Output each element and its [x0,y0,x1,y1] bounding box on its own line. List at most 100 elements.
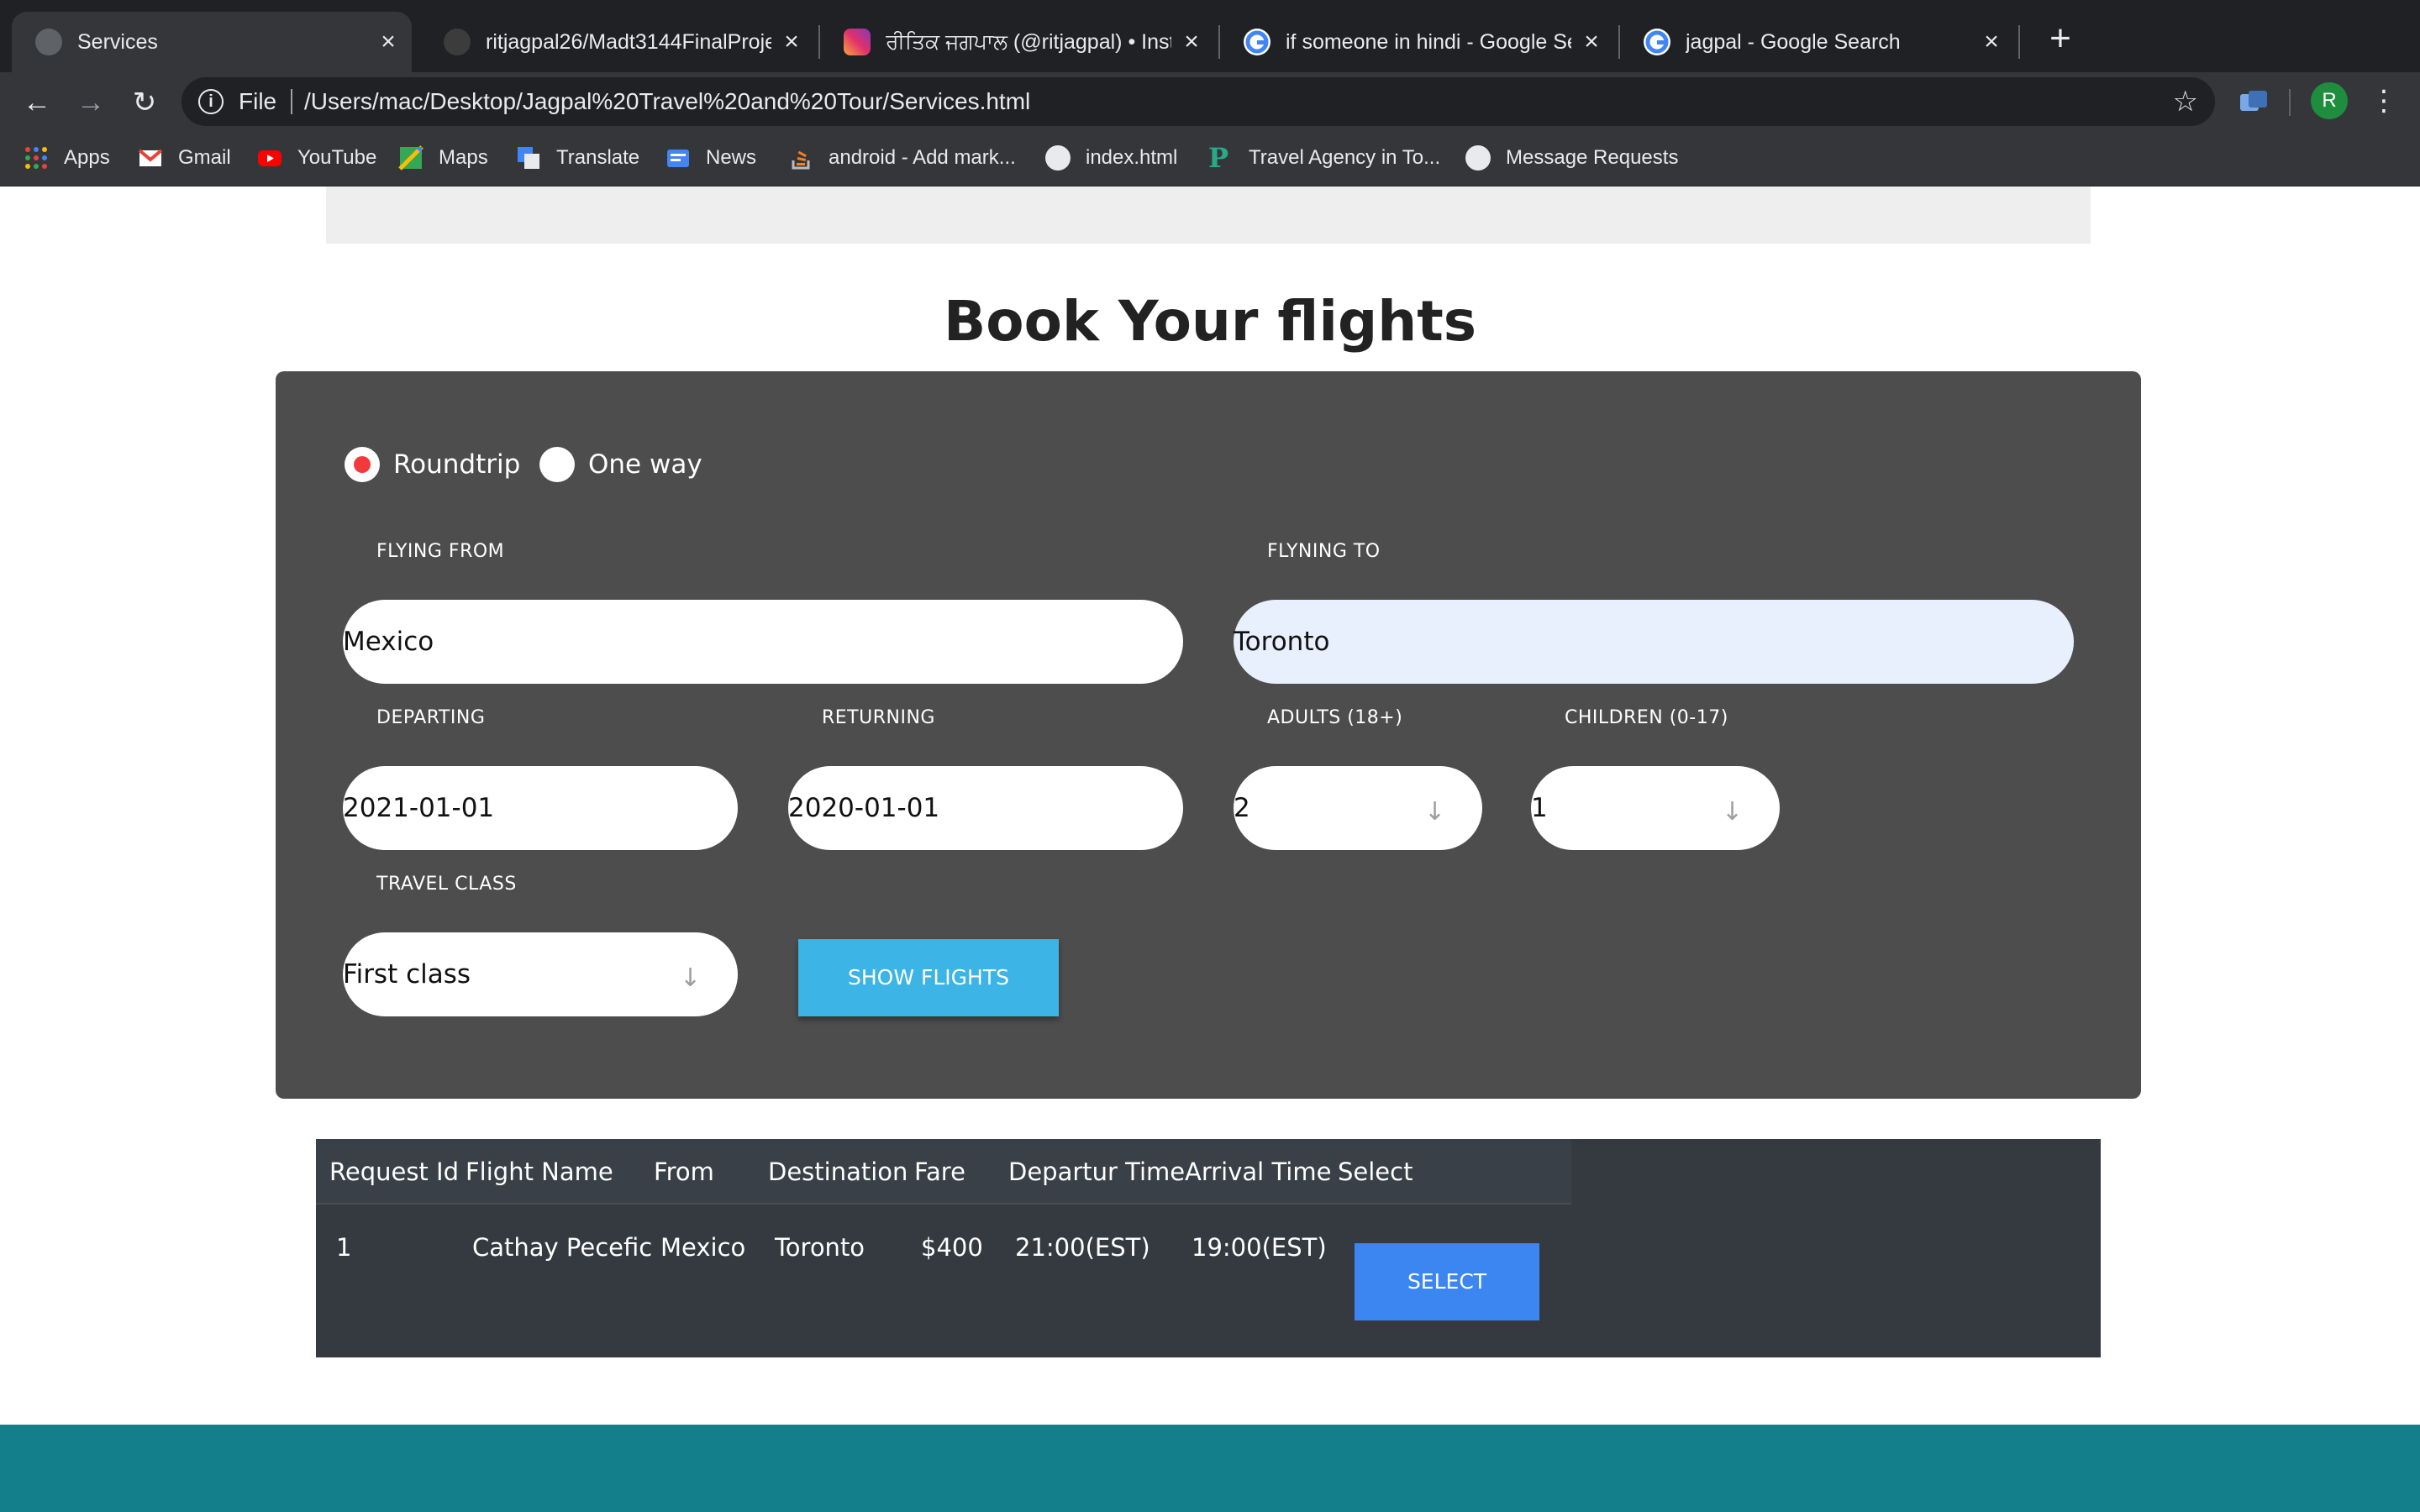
arrow-down-icon: ↓ [1423,797,1445,827]
bookmark-index-html[interactable]: index.html [1045,143,1177,173]
toolbar-divider [2289,89,2291,116]
address-bar[interactable]: i File /Users/mac/Desktop/Jagpal%20Trave… [182,77,2215,126]
departing-date-input[interactable]: 2021-01-01 [343,766,738,850]
arrow-down-icon: ↓ [1721,797,1743,827]
bookmarks-bar: Apps Gmail YouTube Maps Translate News a… [0,131,2420,186]
cell-fare: $400 [921,1233,983,1262]
column-header: Destination [768,1158,908,1186]
table-header-row: Request Id Flight Name From Destination … [316,1139,1571,1205]
info-icon[interactable]: i [198,89,224,114]
cell-request-id: 1 [336,1233,352,1262]
travel-class-select[interactable]: First class ↓ [343,932,738,1016]
tab-separator [2018,25,2020,59]
bookmark-travel-agency[interactable]: P Travel Agency in To... [1208,143,1440,173]
returning-date-input[interactable]: 2020-01-01 [788,766,1183,850]
profile-avatar[interactable]: R [2311,82,2348,119]
google-icon [1644,29,1670,55]
radio-roundtrip[interactable]: Roundtrip [345,445,520,484]
tab-instagram[interactable]: ਰੀਤਿਕ ਜਗਪਾਲ (@ritjagpal) • Instagr × [820,12,1215,72]
page-viewport: Book Your flights Roundtrip One way FLYI… [0,186,2420,1512]
radio-label: Roundtrip [393,449,521,480]
reload-button[interactable]: ↻ [126,84,163,121]
children-select[interactable]: 1 ↓ [1531,766,1780,850]
extension-icon[interactable] [2238,89,2269,114]
travel-class-value: First class [343,959,471,990]
globe-icon [1465,145,1491,171]
bookmark-label: Apps [64,146,110,169]
flight-booking-form: Roundtrip One way FLYING FROM Mexico FLY… [276,371,2141,1099]
bookmark-android[interactable]: android - Add mark... [788,143,1016,173]
browser-toolbar: ← → ↻ i File /Users/mac/Desktop/Jagpal%2… [0,72,2420,131]
bookmark-message-requests[interactable]: Message Requests [1465,143,1678,173]
children-label: CHILDREN (0-17) [1565,707,1728,728]
header-strip [326,186,2091,244]
show-flights-button[interactable]: SHOW FLIGHTS [798,939,1059,1016]
browser-tabstrip: Services × ritjagpal26/Madt3144FinalProj… [0,0,2420,72]
close-icon[interactable]: × [373,27,403,57]
column-header: Select [1338,1158,1413,1186]
radio-checked-icon[interactable] [345,447,380,482]
bookmark-maps[interactable]: Maps [398,143,488,173]
url-text[interactable]: /Users/mac/Desktop/Jagpal%20Travel%20and… [304,89,1030,114]
arrow-down-icon: ↓ [679,963,701,993]
cell-destination: Toronto [775,1233,865,1262]
bookmark-label: Translate [556,146,640,169]
tab-services[interactable]: Services × [12,12,412,72]
tab-title: ritjagpal26/Madt3144FinalProjec [486,30,771,54]
departing-label: DEPARTING [376,707,486,728]
tab-title: if someone in hindi - Google Sea [1286,30,1571,54]
forward-button[interactable]: → [72,84,109,121]
bookmark-youtube[interactable]: YouTube [257,143,376,173]
radio-one-way[interactable]: One way [539,445,702,484]
close-icon[interactable]: × [1976,27,2007,57]
flying-from-input[interactable]: Mexico [343,600,1183,684]
news-icon [666,145,691,171]
close-icon[interactable]: × [1176,27,1207,57]
close-icon[interactable]: × [1576,27,1607,57]
radio-label: One way [588,449,702,480]
url-scheme: File [239,88,277,114]
adults-select[interactable]: 2 ↓ [1234,766,1482,850]
google-icon [1244,29,1270,55]
instagram-icon [844,29,871,55]
adults-value: 2 [1234,793,1250,823]
select-flight-button[interactable]: SELECT [1355,1243,1539,1320]
tab-title: ਰੀਤਿਕ ਜਗਪਾਲ (@ritjagpal) • Instagr [886,30,1171,54]
radio-unchecked-icon[interactable] [539,447,575,482]
close-icon[interactable]: × [776,27,807,57]
stackoverflow-icon [788,145,813,171]
footer [0,1425,2420,1512]
bookmark-gmail[interactable]: Gmail [138,143,231,173]
bookmark-label: Maps [439,146,488,169]
cell-departure-time: 21:00(EST) [1015,1233,1150,1262]
flying-to-input[interactable]: Toronto [1234,600,2074,684]
column-header: Departur Time [1008,1158,1186,1186]
column-header: Fare [914,1158,965,1186]
column-header: From [654,1158,714,1186]
more-menu-icon[interactable]: ⋮ [2370,82,2398,119]
flight-results-table: Request Id Flight Name From Destination … [316,1139,2101,1357]
page-title: Book Your flights [943,289,1477,354]
bookmark-translate[interactable]: Translate [516,143,639,173]
translate-icon [516,145,541,171]
back-button[interactable]: ← [18,84,55,121]
flying-from-label: FLYING FROM [376,541,505,562]
tab-github[interactable]: ritjagpal26/Madt3144FinalProjec × [420,12,815,72]
new-tab-button[interactable]: + [2042,20,2079,59]
omnibox-divider [291,89,292,114]
bookmark-apps[interactable]: Apps [24,143,110,173]
returning-label: RETURNING [822,707,935,728]
maps-icon [398,145,424,171]
bookmark-label: index.html [1086,146,1178,169]
tab-title: jagpal - Google Search [1686,30,1901,54]
children-value: 1 [1531,793,1548,823]
bookmark-news[interactable]: News [666,143,756,173]
bookmark-star-icon[interactable]: ☆ [2173,86,2198,118]
p-logo-icon: P [1208,142,1229,174]
tab-google-search-jagpal[interactable]: jagpal - Google Search × [1620,12,2015,72]
youtube-icon [257,145,282,171]
github-icon [444,29,471,55]
column-header: Request Id [329,1158,459,1186]
bookmark-label: YouTube [297,146,377,169]
tab-google-search-hindi[interactable]: if someone in hindi - Google Sea × [1220,12,1615,72]
